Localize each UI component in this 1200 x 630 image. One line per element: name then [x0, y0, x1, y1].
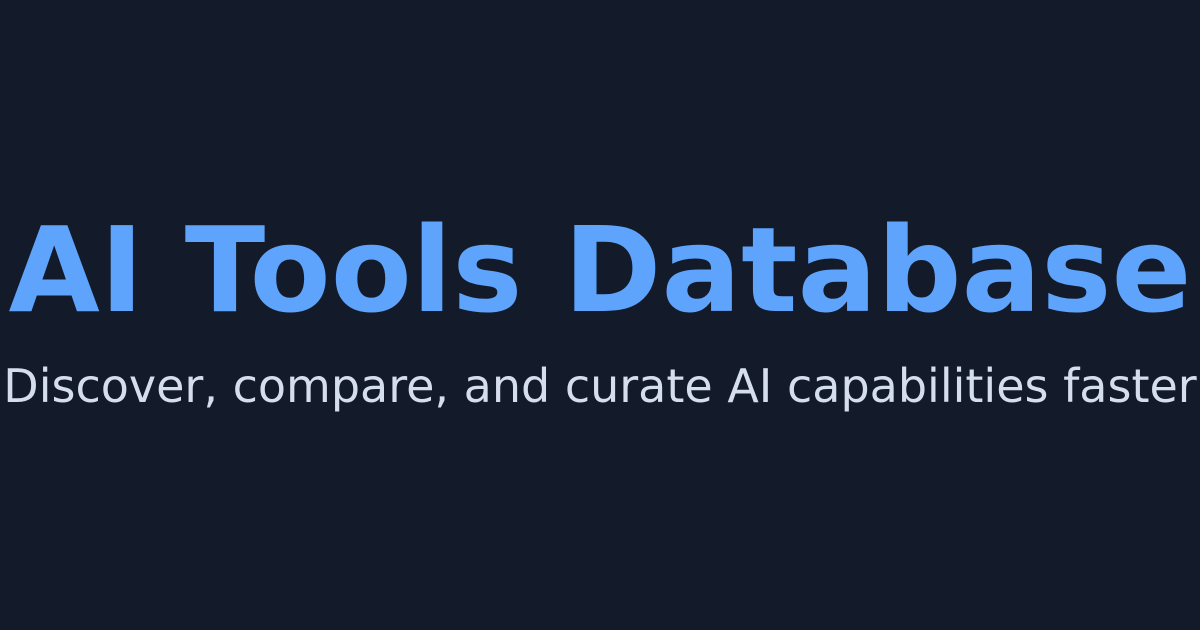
page-title: AI Tools Database	[8, 201, 1192, 339]
social-banner: AI Tools Database Discover, compare, and…	[0, 0, 1200, 630]
tagline: Discover, compare, and curate AI capabil…	[3, 359, 1197, 413]
